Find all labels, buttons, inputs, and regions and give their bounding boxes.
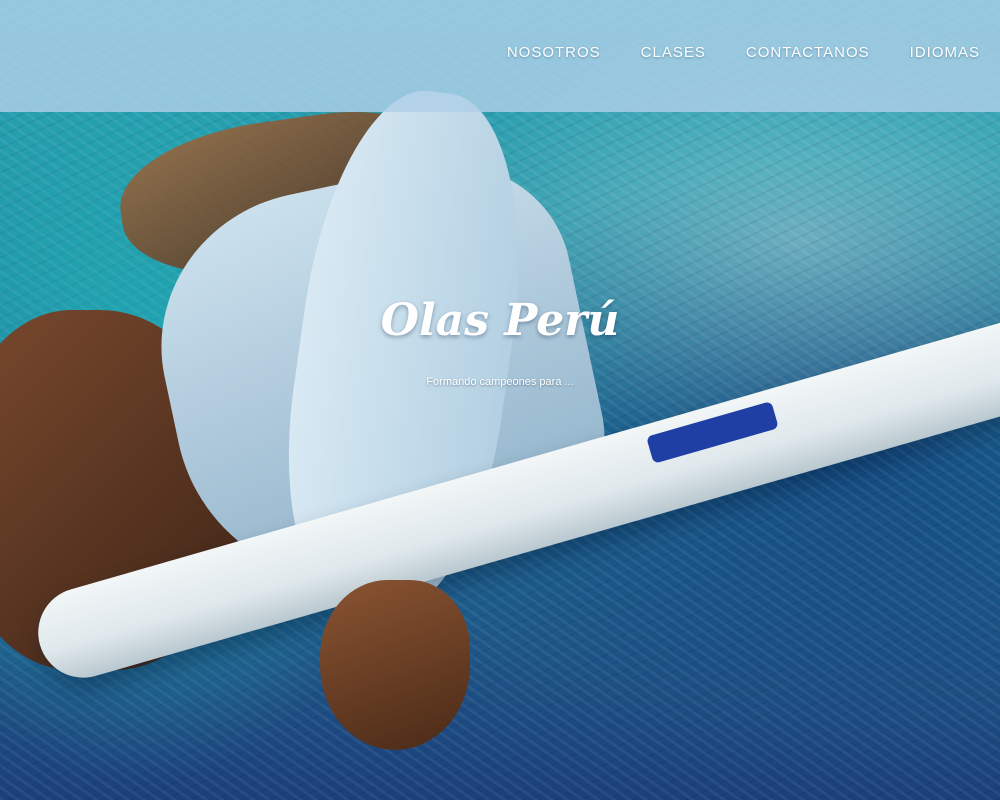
surfer-hand xyxy=(320,580,470,750)
hero-tagline: Formando campeones para ... xyxy=(426,376,574,388)
nav-item-idiomas[interactable]: IDIOMAS xyxy=(910,44,980,61)
hero-section: NOSOTROS CLASES CONTACTANOS IDIOMAS Olas… xyxy=(0,0,1000,800)
nav-item-clases[interactable]: CLASES xyxy=(641,44,706,61)
brand-logo-text: Olas Perú xyxy=(380,295,620,346)
nav-item-contactanos[interactable]: CONTACTANOS xyxy=(746,44,870,61)
main-nav: NOSOTROS CLASES CONTACTANOS IDIOMAS xyxy=(507,44,980,61)
nav-item-nosotros[interactable]: NOSOTROS xyxy=(507,44,601,61)
hero-text: Olas Perú Formando campeones para ... xyxy=(360,295,640,388)
top-navbar: NOSOTROS CLASES CONTACTANOS IDIOMAS xyxy=(0,0,1000,112)
